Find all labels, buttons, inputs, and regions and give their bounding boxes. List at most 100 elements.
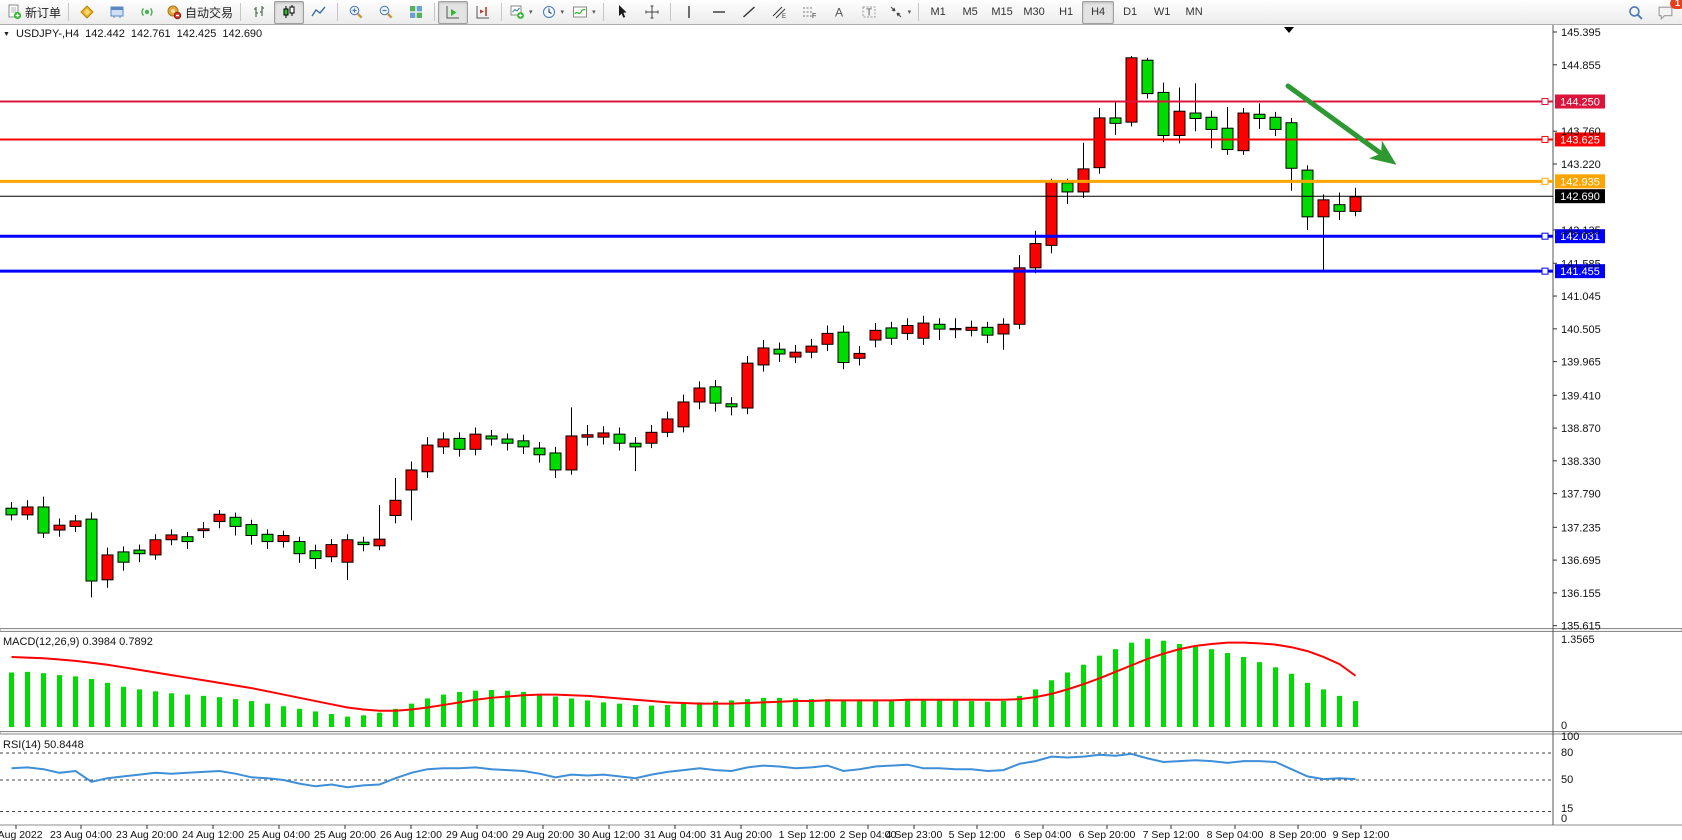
- open-value: 142.442: [85, 28, 125, 40]
- candle-body: [534, 448, 545, 455]
- cursor-button[interactable]: [607, 1, 637, 24]
- time-tick-label: 6 Sep 04:00: [1015, 829, 1072, 840]
- candle-body: [742, 363, 753, 408]
- new-chart-button[interactable]: ▾: [505, 1, 537, 24]
- vertical-line-button[interactable]: [674, 1, 704, 24]
- candle-body: [1142, 60, 1153, 93]
- macd-bar: [985, 702, 990, 727]
- timeframe-m15-button[interactable]: M15: [986, 1, 1018, 24]
- tile-windows-icon: [408, 4, 424, 20]
- time-tick-label: 4 Sep 23:00: [886, 829, 943, 840]
- candle-body: [998, 324, 1009, 334]
- macd-bar: [857, 701, 862, 727]
- time-tick-label: 8 Sep 04:00: [1207, 829, 1264, 840]
- new-order-button[interactable]: 新订单: [2, 1, 65, 24]
- line-anchor-marker[interactable]: [1542, 99, 1548, 105]
- search-button[interactable]: [1620, 1, 1650, 24]
- rsi-splitter[interactable]: [0, 732, 1682, 735]
- candlestick-icon: [281, 4, 297, 20]
- macd-splitter[interactable]: [0, 629, 1682, 632]
- time-tick-label: 25 Aug 20:00: [314, 829, 376, 840]
- candle-body: [854, 353, 865, 358]
- candle-body: [822, 333, 833, 344]
- notifications-button[interactable]: 1: [1650, 1, 1680, 24]
- timeframe-mn-button[interactable]: MN: [1178, 1, 1210, 24]
- line-anchor-marker[interactable]: [1542, 178, 1548, 184]
- equidistant-channel-button[interactable]: E: [764, 1, 794, 24]
- macd-bar: [73, 676, 78, 727]
- macd-bar: [1017, 696, 1022, 727]
- chart-shift-button[interactable]: [468, 1, 498, 24]
- candle-body: [982, 327, 993, 335]
- timeframe-m30-button[interactable]: M30: [1018, 1, 1050, 24]
- candle-body: [598, 433, 609, 437]
- candle-body: [966, 327, 977, 330]
- timeframe-m5-button[interactable]: M5: [954, 1, 986, 24]
- candle-body: [1174, 111, 1185, 135]
- auto-scroll-button[interactable]: [438, 1, 468, 24]
- price-tick-label: 138.870: [1561, 423, 1601, 435]
- time-tick-label: 30 Aug 12:00: [578, 829, 640, 840]
- price-tick-label: 141.585: [1561, 258, 1601, 270]
- macd-bar: [281, 706, 286, 727]
- data-window-button[interactable]: [102, 1, 132, 24]
- scroll-anchor-icon[interactable]: [1284, 27, 1294, 33]
- macd-bar: [793, 698, 798, 727]
- price-tick-label: 139.965: [1561, 357, 1601, 369]
- zoom-out-button[interactable]: [371, 1, 401, 24]
- line-anchor-marker[interactable]: [1542, 268, 1548, 274]
- trendline-button[interactable]: [734, 1, 764, 24]
- tile-windows-button[interactable]: [401, 1, 431, 24]
- chart-menu-caret-icon[interactable]: ▼: [3, 31, 10, 38]
- timeframe-m1-button[interactable]: M1: [922, 1, 954, 24]
- macd-bar: [1353, 701, 1358, 727]
- arrows-button[interactable]: ▾: [884, 1, 916, 24]
- timeframe-w1-button[interactable]: W1: [1146, 1, 1178, 24]
- macd-bar: [1225, 653, 1230, 727]
- timeframe-d1-button[interactable]: D1: [1114, 1, 1146, 24]
- chart-line-button[interactable]: [304, 1, 334, 24]
- line-anchor-marker[interactable]: [1542, 136, 1548, 142]
- candle-body: [1334, 205, 1345, 212]
- autotrade-icon: [166, 4, 182, 20]
- zoom-in-button[interactable]: [341, 1, 371, 24]
- indicators-button[interactable]: ▾: [568, 1, 600, 24]
- trend-arrow-annotation[interactable]: [1288, 86, 1390, 160]
- timeframe-label: MN: [1186, 6, 1203, 18]
- macd-panel: MACD(12,26,9) 0.3984 0.78921.35650: [3, 634, 1595, 732]
- crosshair-button[interactable]: [637, 1, 667, 24]
- candle-body: [566, 436, 577, 470]
- candle-body: [70, 521, 81, 526]
- text-label-button[interactable]: T: [854, 1, 884, 24]
- chart-candles-button[interactable]: [274, 1, 304, 24]
- macd-bar: [137, 689, 142, 727]
- candle-body: [6, 508, 17, 515]
- timeframe-h4-button[interactable]: H4: [1082, 1, 1114, 24]
- chart-bars-button[interactable]: [244, 1, 274, 24]
- candle-body: [22, 507, 33, 515]
- horizontal-line-button[interactable]: [704, 1, 734, 24]
- auto-scroll-icon: [445, 4, 461, 20]
- macd-bar: [953, 700, 958, 727]
- autotrade-button[interactable]: 自动交易: [162, 1, 237, 24]
- candle-body: [694, 388, 705, 402]
- macd-bar: [473, 691, 478, 727]
- fibonacci-button[interactable]: F: [794, 1, 824, 24]
- macd-bar: [1145, 639, 1150, 727]
- time-tick-label: 23 Aug 20:00: [116, 829, 178, 840]
- chevron-down-icon: ▾: [529, 8, 533, 16]
- market-watch-button[interactable]: [72, 1, 102, 24]
- text-button[interactable]: A: [824, 1, 854, 24]
- chart-canvas[interactable]: 144.250143.625142.935142.690142.031141.4…: [0, 0, 1682, 840]
- macd-bar: [121, 687, 126, 727]
- macd-bar: [1257, 662, 1262, 727]
- svg-text:E: E: [782, 14, 786, 20]
- signal-button[interactable]: [132, 1, 162, 24]
- periods-button[interactable]: ▾: [537, 1, 569, 24]
- timeframe-h1-button[interactable]: H1: [1050, 1, 1082, 24]
- line-anchor-marker[interactable]: [1542, 233, 1548, 239]
- candle-body: [790, 352, 801, 357]
- close-value: 142.690: [222, 28, 262, 40]
- time-axis[interactable]: 2 Aug 202223 Aug 04:0023 Aug 20:0024 Aug…: [0, 825, 1389, 840]
- price-tick-label: 135.615: [1561, 621, 1601, 633]
